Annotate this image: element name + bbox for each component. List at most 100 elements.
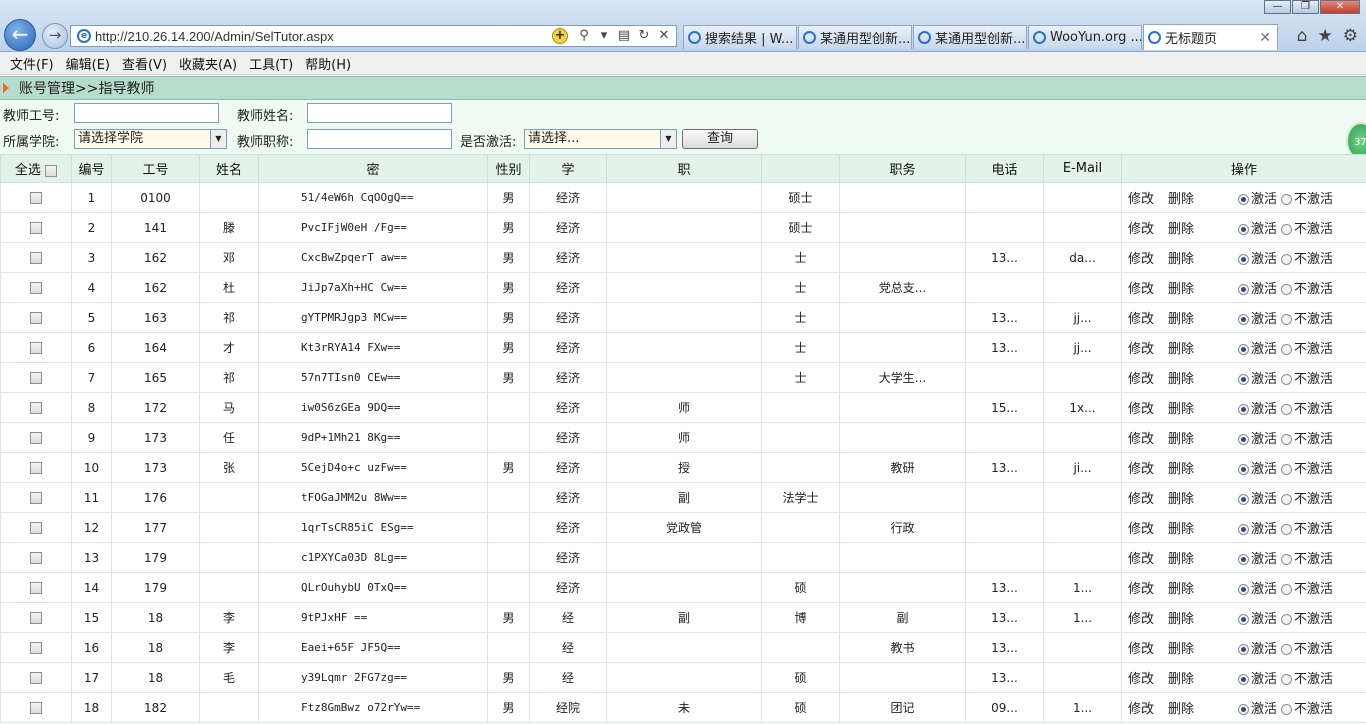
title-input[interactable] — [307, 129, 452, 149]
chevron-down-icon[interactable]: ▼ — [210, 130, 226, 148]
active-radio[interactable] — [1238, 224, 1249, 235]
inactive-radio[interactable] — [1281, 554, 1293, 565]
inactive-radio[interactable] — [1281, 674, 1293, 685]
inactive-radio[interactable] — [1281, 704, 1293, 715]
edit-link[interactable]: 修改 — [1128, 338, 1168, 357]
gear-icon[interactable]: ⚙ — [1343, 26, 1358, 46]
url-text[interactable]: http://210.26.14.200/Admin/SelTutor.aspx — [95, 29, 552, 44]
active-radio[interactable] — [1238, 614, 1249, 625]
edit-link[interactable]: 修改 — [1128, 488, 1168, 507]
inactive-radio[interactable] — [1281, 524, 1293, 535]
active-radio[interactable] — [1238, 434, 1249, 445]
active-radio[interactable] — [1238, 524, 1249, 535]
inactive-radio[interactable] — [1281, 194, 1293, 205]
active-radio[interactable] — [1238, 464, 1249, 475]
active-radio[interactable] — [1238, 284, 1249, 295]
refresh-icon[interactable]: ↻ — [636, 28, 652, 44]
query-button[interactable]: 查询 — [682, 129, 758, 149]
row-checkbox[interactable] — [30, 462, 42, 474]
row-checkbox[interactable] — [30, 432, 42, 444]
compat-view-icon[interactable]: + — [552, 28, 568, 44]
select-all-checkbox[interactable] — [45, 164, 58, 177]
row-checkbox[interactable] — [30, 672, 42, 684]
edit-link[interactable]: 修改 — [1128, 578, 1168, 597]
active-radio[interactable] — [1238, 584, 1249, 595]
edit-link[interactable]: 修改 — [1128, 638, 1168, 657]
address-bar[interactable]: e http://210.26.14.200/Admin/SelTutor.as… — [70, 25, 677, 47]
inactive-radio[interactable] — [1281, 284, 1293, 295]
menu-item[interactable]: 收藏夹(A) — [173, 54, 243, 73]
edit-link[interactable]: 修改 — [1128, 668, 1168, 687]
inactive-radio[interactable] — [1281, 644, 1293, 655]
edit-link[interactable]: 修改 — [1128, 188, 1168, 207]
inactive-radio[interactable] — [1281, 224, 1293, 235]
compat-icon[interactable]: ▤ — [616, 28, 632, 44]
active-select[interactable]: 请选择... ▼ — [524, 129, 677, 149]
chevron-down-icon[interactable]: ▼ — [660, 130, 676, 148]
back-button[interactable]: ← — [4, 19, 36, 51]
active-radio[interactable] — [1238, 404, 1249, 415]
menu-item[interactable]: 编辑(E) — [60, 54, 116, 73]
row-checkbox[interactable] — [30, 492, 42, 504]
forward-button[interactable]: → — [42, 23, 68, 49]
inactive-radio[interactable] — [1281, 374, 1293, 385]
edit-link[interactable]: 修改 — [1128, 278, 1168, 297]
browser-tab[interactable]: 某通用型创新... — [798, 25, 912, 49]
row-checkbox[interactable] — [30, 642, 42, 654]
row-checkbox[interactable] — [30, 192, 42, 204]
edit-link[interactable]: 修改 — [1128, 248, 1168, 267]
active-radio[interactable] — [1238, 374, 1249, 385]
active-radio[interactable] — [1238, 314, 1249, 325]
delete-link[interactable]: 删除 — [1168, 218, 1208, 237]
inactive-radio[interactable] — [1281, 344, 1293, 355]
browser-tab[interactable]: WooYun.org ... — [1028, 25, 1142, 49]
delete-link[interactable]: 删除 — [1168, 608, 1208, 627]
row-checkbox[interactable] — [30, 312, 42, 324]
delete-link[interactable]: 删除 — [1168, 248, 1208, 267]
row-checkbox[interactable] — [30, 252, 42, 264]
delete-link[interactable]: 删除 — [1168, 518, 1208, 537]
search-icon[interactable]: ⚲ — [576, 28, 592, 44]
delete-link[interactable]: 删除 — [1168, 578, 1208, 597]
browser-tab[interactable]: 搜索结果 | W... — [683, 25, 797, 49]
delete-link[interactable]: 删除 — [1168, 308, 1208, 327]
edit-link[interactable]: 修改 — [1128, 548, 1168, 567]
delete-link[interactable]: 删除 — [1168, 428, 1208, 447]
teacher-name-input[interactable] — [307, 103, 452, 123]
inactive-radio[interactable] — [1281, 254, 1293, 265]
delete-link[interactable]: 删除 — [1168, 548, 1208, 567]
delete-link[interactable]: 删除 — [1168, 278, 1208, 297]
stop-icon[interactable]: ✕ — [656, 28, 672, 44]
edit-link[interactable]: 修改 — [1128, 308, 1168, 327]
active-radio[interactable] — [1238, 674, 1249, 685]
inactive-radio[interactable] — [1281, 434, 1293, 445]
row-checkbox[interactable] — [30, 402, 42, 414]
delete-link[interactable]: 删除 — [1168, 488, 1208, 507]
tab-close-icon[interactable]: ✕ — [1259, 30, 1271, 46]
active-radio[interactable] — [1238, 704, 1249, 715]
active-radio[interactable] — [1238, 494, 1249, 505]
star-icon[interactable]: ★ — [1318, 26, 1333, 46]
inactive-radio[interactable] — [1281, 614, 1293, 625]
row-checkbox[interactable] — [30, 282, 42, 294]
inactive-radio[interactable] — [1281, 494, 1293, 505]
inactive-radio[interactable] — [1281, 404, 1293, 415]
teacher-id-input[interactable] — [74, 103, 219, 123]
row-checkbox[interactable] — [30, 342, 42, 354]
active-radio[interactable] — [1238, 344, 1249, 355]
row-checkbox[interactable] — [30, 372, 42, 384]
row-checkbox[interactable] — [30, 552, 42, 564]
inactive-radio[interactable] — [1281, 464, 1293, 475]
delete-link[interactable]: 删除 — [1168, 398, 1208, 417]
edit-link[interactable]: 修改 — [1128, 608, 1168, 627]
row-checkbox[interactable] — [30, 702, 42, 714]
dropdown-icon[interactable]: ▾ — [596, 28, 612, 44]
active-radio[interactable] — [1238, 644, 1249, 655]
row-checkbox[interactable] — [30, 612, 42, 624]
menu-item[interactable]: 工具(T) — [243, 54, 299, 73]
row-checkbox[interactable] — [30, 582, 42, 594]
close-button[interactable]: ✕ — [1320, 0, 1360, 14]
delete-link[interactable]: 删除 — [1168, 458, 1208, 477]
active-radio[interactable] — [1238, 554, 1249, 565]
edit-link[interactable]: 修改 — [1128, 218, 1168, 237]
